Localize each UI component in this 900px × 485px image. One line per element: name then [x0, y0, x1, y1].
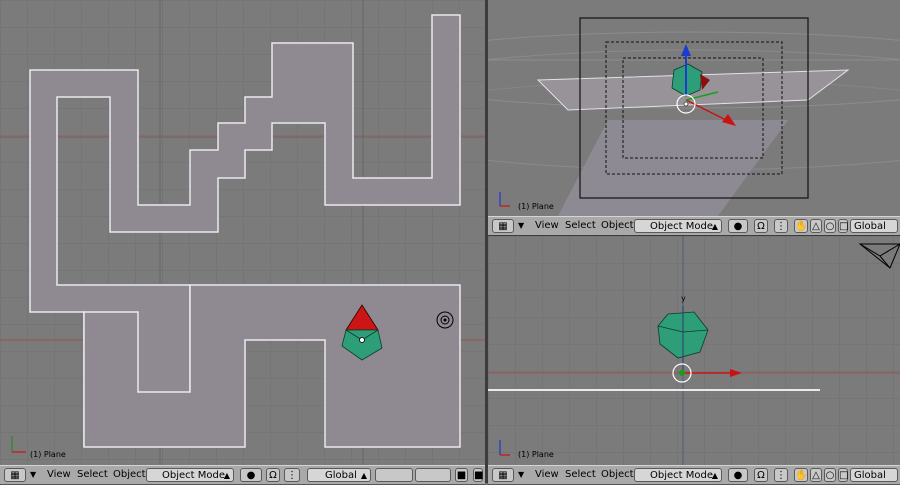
mode-dropdown-label: Object Mode: [162, 470, 225, 481]
menu-view[interactable]: View: [533, 219, 561, 233]
menu-view[interactable]: View: [45, 468, 73, 482]
snap-button[interactable]: ⋮: [774, 468, 788, 482]
scale-manipulator-icon[interactable]: ○: [824, 219, 836, 233]
object-label: (1) Plane: [518, 450, 554, 459]
pivot-button[interactable]: Ω: [754, 219, 768, 233]
shading-button[interactable]: ●: [728, 219, 748, 233]
collapse-arrow-icon[interactable]: ▼: [30, 468, 36, 482]
mode-dropdown[interactable]: Object Mode ▲: [634, 219, 722, 233]
collapse-arrow-icon[interactable]: ▼: [518, 468, 524, 482]
menu-select[interactable]: Select: [563, 468, 598, 482]
object-label: (1) Plane: [518, 202, 554, 211]
top-right-viewport[interactable]: (1) Plane: [488, 0, 900, 216]
front-view-canvas: [488, 236, 900, 465]
orientation-dropdown-label: Global: [854, 221, 886, 232]
camera-view-canvas: [488, 0, 900, 216]
dropdown-arrow-icon: ▲: [711, 471, 718, 480]
render-icon[interactable]: ■: [473, 468, 483, 482]
hand-manipulator-icon[interactable]: ✋: [794, 468, 808, 482]
rotate-manipulator-icon[interactable]: △: [810, 468, 822, 482]
left-header: ▦ ▼ View Select Object Object Mode ▲ ● Ω…: [0, 465, 485, 485]
bottom-right-header: ▦ ▼ View Select Object Object Mode ▲ ● Ω…: [488, 465, 900, 485]
layer-buttons-a[interactable]: [375, 468, 413, 482]
top-right-header: ▦ ▼ View Select Object Object Mode ▲ ● Ω…: [488, 216, 900, 236]
vertical-divider[interactable]: [485, 0, 488, 483]
scale-manipulator-icon[interactable]: ○: [824, 468, 836, 482]
pivot-button[interactable]: Ω: [266, 468, 280, 482]
orientation-dropdown[interactable]: Global ▲: [307, 468, 371, 482]
mode-dropdown-label: Object Mode: [650, 470, 713, 481]
lock-icon[interactable]: ■: [455, 468, 468, 482]
orientation-dropdown-label: Global: [854, 470, 886, 481]
axis-label: y: [681, 294, 686, 303]
orientation-dropdown[interactable]: Global: [850, 219, 898, 233]
menu-select[interactable]: Select: [75, 468, 110, 482]
horizontal-divider[interactable]: [488, 235, 900, 236]
mode-dropdown[interactable]: Object Mode ▲: [146, 468, 234, 482]
translate-manipulator-icon[interactable]: □: [838, 219, 848, 233]
object-label: (1) Plane: [30, 450, 66, 459]
editor-type-button[interactable]: ▦: [4, 468, 26, 482]
editor-type-button[interactable]: ▦: [492, 219, 514, 233]
mode-dropdown[interactable]: Object Mode ▲: [634, 468, 722, 482]
rotate-manipulator-icon[interactable]: △: [810, 219, 822, 233]
translate-manipulator-icon[interactable]: □: [838, 468, 848, 482]
menu-object[interactable]: Object: [111, 468, 148, 482]
shading-button[interactable]: ●: [728, 468, 748, 482]
orientation-dropdown[interactable]: Global: [850, 468, 898, 482]
editor-type-button[interactable]: ▦: [492, 468, 514, 482]
orientation-dropdown-label: Global: [325, 470, 357, 481]
mode-dropdown-label: Object Mode: [650, 221, 713, 232]
dropdown-arrow-icon: ▲: [223, 471, 230, 480]
left-viewport-canvas: [0, 0, 485, 465]
snap-button[interactable]: ⋮: [284, 468, 300, 482]
left-viewport[interactable]: (1) Plane: [0, 0, 485, 465]
menu-view[interactable]: View: [533, 468, 561, 482]
menu-object[interactable]: Object: [599, 468, 636, 482]
menu-select[interactable]: Select: [563, 219, 598, 233]
pivot-button[interactable]: Ω: [754, 468, 768, 482]
dropdown-arrow-icon: ▲: [711, 222, 718, 231]
bottom-right-viewport[interactable]: y (1) Plane: [488, 236, 900, 465]
collapse-arrow-icon[interactable]: ▼: [518, 219, 524, 233]
snap-button[interactable]: ⋮: [774, 219, 788, 233]
shading-button[interactable]: ●: [240, 468, 262, 482]
hand-manipulator-icon[interactable]: ✋: [794, 219, 808, 233]
layer-buttons-b[interactable]: [415, 468, 451, 482]
dropdown-arrow-icon: ▲: [360, 471, 367, 480]
menu-object[interactable]: Object: [599, 219, 636, 233]
